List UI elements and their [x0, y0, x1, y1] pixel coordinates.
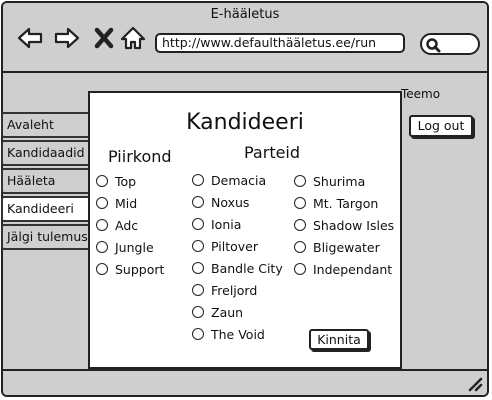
radio-button[interactable]: [294, 263, 306, 275]
party-option-freljord[interactable]: Freljord: [192, 283, 257, 298]
option-label: Bligewater: [313, 240, 380, 255]
option-label: Bandle City: [211, 261, 283, 276]
tab-kandideeri[interactable]: Kandideeri: [1, 196, 93, 222]
option-label: Adc: [115, 218, 139, 233]
status-bar: [3, 369, 487, 395]
district-option-top[interactable]: Top: [96, 174, 136, 189]
radio-button[interactable]: [192, 306, 204, 318]
close-icon[interactable]: [91, 25, 117, 51]
radio-button[interactable]: [192, 174, 204, 186]
option-label: Zaun: [211, 305, 244, 320]
district-option-support[interactable]: Support: [96, 262, 164, 277]
district-option-jungle[interactable]: Jungle: [96, 240, 154, 255]
option-label: Independant: [313, 262, 393, 277]
radio-button[interactable]: [192, 262, 204, 274]
username-label: Teemo: [401, 87, 441, 101]
party-option-shadow-isles[interactable]: Shadow Isles: [294, 218, 394, 233]
option-label: Mt. Targon: [313, 196, 379, 211]
option-label: Shurima: [313, 174, 366, 189]
option-label: Shadow Isles: [313, 218, 395, 233]
party-option-noxus[interactable]: Noxus: [192, 195, 249, 210]
option-label: The Void: [211, 327, 265, 342]
forward-arrow-icon[interactable]: [54, 25, 80, 51]
option-label: Piltover: [211, 239, 258, 254]
tab-haaleta[interactable]: Hääleta: [1, 168, 93, 194]
radio-button[interactable]: [96, 175, 108, 187]
party-option-zaun[interactable]: Zaun: [192, 305, 243, 320]
option-label: Jungle: [115, 240, 154, 255]
party-option-independant[interactable]: Independant: [294, 262, 392, 277]
radio-button[interactable]: [192, 328, 204, 340]
side-tabs: Avaleht Kandidaadid Hääleta Kandideeri J…: [1, 112, 93, 252]
option-label: Demacia: [211, 173, 267, 188]
home-icon[interactable]: [120, 25, 146, 51]
option-label: Top: [115, 174, 137, 189]
party-option-ionia[interactable]: Ionia: [192, 217, 241, 232]
district-option-mid[interactable]: Mid: [96, 196, 137, 211]
logout-button[interactable]: Log out: [409, 115, 473, 137]
dialog-title: Kandideeri: [186, 110, 304, 135]
party-option-piltover[interactable]: Piltover: [192, 239, 258, 254]
option-label: Support: [115, 262, 165, 277]
option-label: Freljord: [211, 283, 258, 298]
option-label: Ionia: [211, 217, 242, 232]
radio-button[interactable]: [192, 218, 204, 230]
radio-button[interactable]: [192, 240, 204, 252]
radio-button[interactable]: [294, 175, 306, 187]
back-arrow-icon[interactable]: [17, 25, 43, 51]
radio-button[interactable]: [96, 219, 108, 231]
candidacy-dialog: Kandideeri Piirkond Parteid Top Mid Adc …: [88, 91, 402, 369]
tab-avaleht[interactable]: Avaleht: [1, 112, 93, 138]
party-option-the-void[interactable]: The Void: [192, 327, 265, 342]
radio-button[interactable]: [96, 241, 108, 253]
window-title: E-hääletus: [210, 7, 280, 22]
resize-grip-icon[interactable]: [467, 376, 483, 392]
party-option-demacia[interactable]: Demacia: [192, 173, 266, 188]
confirm-button[interactable]: Kinnita: [309, 329, 369, 350]
title-bar: E-hääletus http://www.defaulthääletus.ee…: [3, 3, 487, 73]
radio-button[interactable]: [192, 284, 204, 296]
option-label: Noxus: [211, 195, 250, 210]
radio-button[interactable]: [294, 241, 306, 253]
district-option-adc[interactable]: Adc: [96, 218, 138, 233]
party-option-bandle-city[interactable]: Bandle City: [192, 261, 283, 276]
district-heading: Piirkond: [108, 147, 172, 166]
radio-button[interactable]: [192, 196, 204, 208]
radio-button[interactable]: [294, 219, 306, 231]
radio-button[interactable]: [96, 263, 108, 275]
option-label: Mid: [115, 196, 138, 211]
search-field[interactable]: [420, 33, 480, 55]
radio-button[interactable]: [96, 197, 108, 209]
url-input[interactable]: http://www.defaulthääletus.ee/run: [155, 33, 405, 53]
party-option-bligewater[interactable]: Bligewater: [294, 240, 380, 255]
party-option-shurima[interactable]: Shurima: [294, 174, 365, 189]
search-icon: [426, 38, 441, 53]
tab-kandidaadid[interactable]: Kandidaadid: [1, 140, 93, 166]
tab-jalgi-tulemusi[interactable]: Jälgi tulemusi: [1, 224, 93, 250]
radio-button[interactable]: [294, 197, 306, 209]
party-heading: Parteid: [244, 143, 301, 162]
party-option-mt-targon[interactable]: Mt. Targon: [294, 196, 378, 211]
